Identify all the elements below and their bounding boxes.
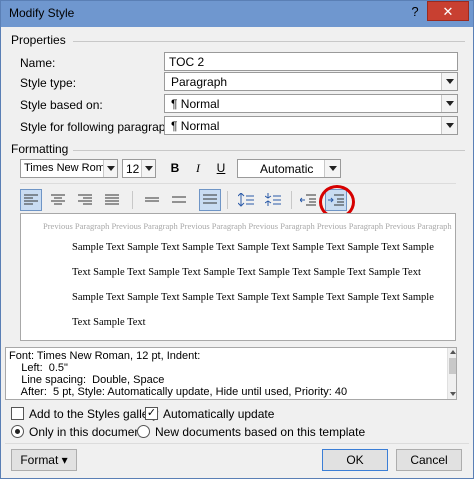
auto-update-checkbox[interactable]: ✓ <box>145 407 158 420</box>
formatting-divider <box>73 150 465 151</box>
align-left-icon <box>24 194 38 205</box>
toolbar-separator <box>227 191 228 209</box>
style-type-value: Paragraph <box>171 75 228 89</box>
font-color-dropdown-icon[interactable] <box>324 160 340 177</box>
scroll-thumb[interactable] <box>449 358 456 374</box>
underline-button[interactable]: U <box>210 157 232 179</box>
properties-divider <box>73 41 465 42</box>
double-spacing-icon <box>203 194 217 204</box>
align-center-button[interactable] <box>47 189 69 211</box>
style-type-label: Style type: <box>20 76 77 90</box>
style-type-select[interactable]: Paragraph <box>164 72 458 91</box>
justify-icon <box>105 194 119 205</box>
sample-line: Sample Text Sample Text Sample Text Samp… <box>72 292 434 303</box>
toolbar-separator <box>132 191 133 209</box>
new-documents-label: New documents based on this template <box>155 425 366 439</box>
single-spacing-button[interactable] <box>141 189 163 211</box>
style-preview: Previous Paragraph Previous Paragraph Pr… <box>20 213 456 341</box>
one-half-spacing-icon <box>172 196 186 203</box>
decrease-indent-button[interactable] <box>297 189 319 211</box>
double-spacing-button[interactable] <box>199 189 221 211</box>
add-to-gallery-label: Add to the Styles gallery <box>29 407 159 421</box>
based-on-select[interactable]: ¶ Normal <box>164 94 458 113</box>
name-input[interactable]: TOC 2 <box>164 52 458 71</box>
radio-selected-dot <box>15 429 20 434</box>
based-on-label: Style based on: <box>20 98 103 112</box>
following-paragraph-select[interactable]: ¶ Normal <box>164 116 458 135</box>
one-half-spacing-button[interactable] <box>168 189 190 211</box>
sample-line: Text Sample Text Sample Text Sample Text… <box>72 267 421 278</box>
single-spacing-icon <box>145 197 159 202</box>
font-size-value: 12 <box>126 162 140 176</box>
description-line: Font: Times New Roman, 12 pt, Indent: <box>9 350 201 362</box>
toolbar-separator <box>291 191 292 209</box>
decrease-indent-icon <box>300 194 316 206</box>
only-this-document-label: Only in this document <box>29 425 145 439</box>
italic-button[interactable]: I <box>187 157 209 179</box>
help-button[interactable]: ? <box>405 2 425 22</box>
style-description: Font: Times New Roman, 12 pt, Indent: Le… <box>5 347 457 400</box>
following-paragraph-dropdown-icon[interactable] <box>441 117 457 134</box>
increase-spacing-before-button[interactable] <box>235 189 257 211</box>
auto-update-label: Automatically update <box>163 407 275 421</box>
scroll-down-icon[interactable] <box>450 392 456 396</box>
name-label: Name: <box>20 56 56 70</box>
title-bar: Modify Style ? ✕ <box>1 1 473 27</box>
only-this-document-radio[interactable] <box>11 425 24 438</box>
font-select[interactable]: Times New Roman <box>20 159 118 178</box>
toolbar-divider <box>20 183 456 184</box>
following-paragraph-value: ¶ Normal <box>171 119 220 133</box>
font-color-value: Automatic <box>260 162 314 176</box>
align-right-button[interactable] <box>74 189 96 211</box>
spacing-after-icon <box>265 193 281 206</box>
close-button[interactable]: ✕ <box>427 1 469 21</box>
cancel-button[interactable]: Cancel <box>396 449 462 471</box>
new-documents-radio[interactable] <box>137 425 150 438</box>
previous-paragraph-text: Previous Paragraph Previous Paragraph Pr… <box>43 221 453 231</box>
font-size-dropdown-icon[interactable] <box>141 160 155 177</box>
formatting-section-label: Formatting <box>11 142 69 156</box>
decrease-spacing-button[interactable] <box>262 189 284 211</box>
description-line: Left: 0.5" <box>9 362 68 374</box>
modify-style-dialog: Modify Style ? ✕ Properties Name: TOC 2 … <box>0 0 474 479</box>
bold-button[interactable]: B <box>164 157 186 179</box>
description-line: After: 5 pt, Style: Automatically update… <box>9 386 348 398</box>
font-color-select[interactable]: Automatic <box>237 159 341 178</box>
format-button[interactable]: Format ▾ <box>11 449 77 471</box>
properties-section-label: Properties <box>11 33 66 47</box>
style-type-dropdown-icon[interactable] <box>441 73 457 90</box>
align-left-button[interactable] <box>20 189 42 211</box>
sample-line: Sample Text Sample Text Sample Text Samp… <box>72 242 434 253</box>
based-on-value: ¶ Normal <box>171 97 220 111</box>
description-scrollbar[interactable] <box>447 348 456 399</box>
dialog-title: Modify Style <box>9 6 75 20</box>
add-to-gallery-checkbox[interactable] <box>11 407 24 420</box>
align-center-icon <box>51 194 65 205</box>
footer-divider <box>5 443 469 444</box>
spacing-before-icon <box>238 193 254 207</box>
font-dropdown-icon[interactable] <box>103 160 117 177</box>
align-right-icon <box>78 194 92 205</box>
following-paragraph-label: Style for following paragraph: <box>20 120 176 134</box>
justify-button[interactable] <box>101 189 123 211</box>
sample-line: Text Sample Text <box>72 317 146 328</box>
ok-button[interactable]: OK <box>322 449 388 471</box>
scroll-up-icon[interactable] <box>450 350 456 354</box>
description-line: Line spacing: Double, Space <box>9 374 165 386</box>
font-size-select[interactable]: 12 <box>122 159 156 178</box>
based-on-dropdown-icon[interactable] <box>441 95 457 112</box>
